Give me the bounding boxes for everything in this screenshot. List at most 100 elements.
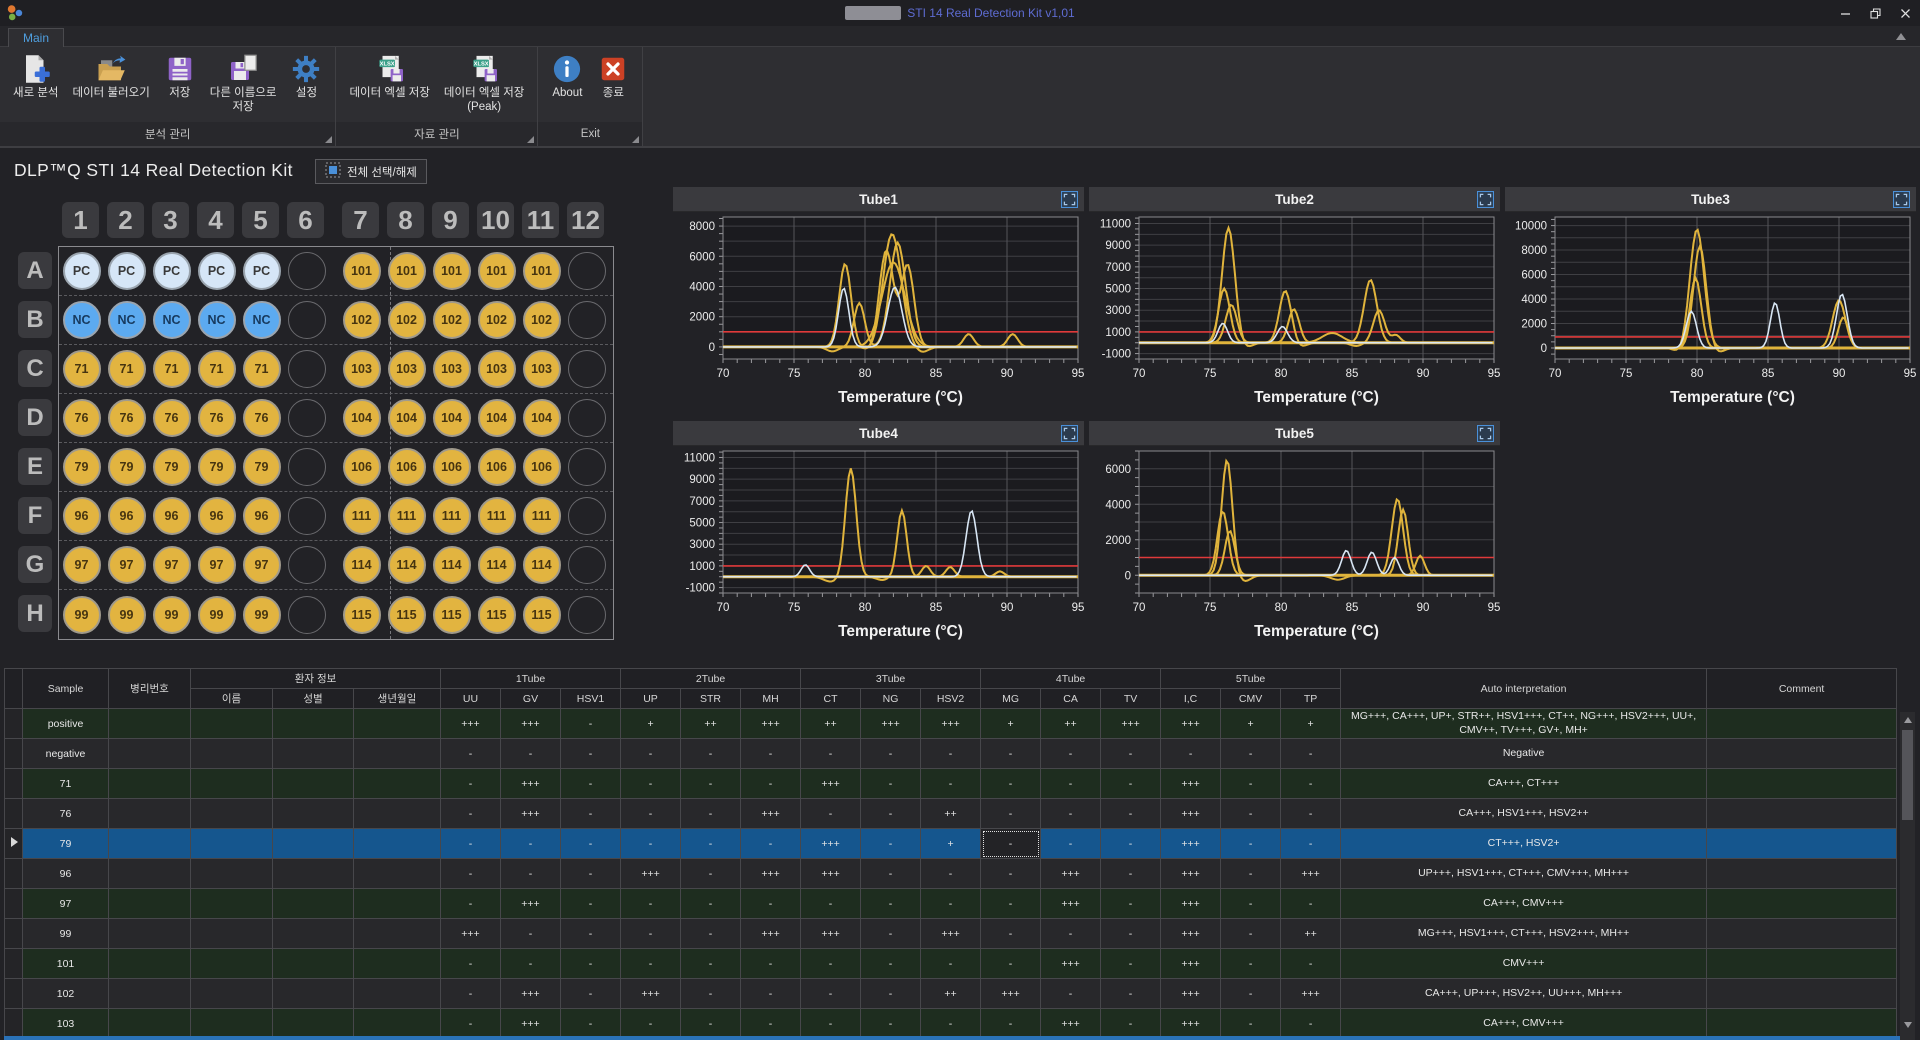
cell-comment[interactable] <box>1706 798 1898 829</box>
cell-value-9[interactable]: - <box>980 768 1042 799</box>
cell-value-7[interactable]: +++ <box>860 708 922 739</box>
well-empty-D6[interactable] <box>287 399 326 437</box>
well-H7[interactable]: 115 <box>342 595 381 634</box>
cell-value-10[interactable]: - <box>1040 738 1102 769</box>
cell-value-6[interactable]: +++ <box>800 828 862 859</box>
cell-patient-0[interactable] <box>190 978 273 1009</box>
well-H10[interactable]: 115 <box>477 595 516 634</box>
cell-value-14[interactable]: - <box>1280 768 1342 799</box>
cell-comment[interactable] <box>1706 828 1898 859</box>
cell-pathology-no[interactable] <box>108 948 191 979</box>
cell-value-5[interactable]: - <box>740 978 802 1009</box>
cell-pathology-no[interactable] <box>108 708 191 739</box>
cell-value-8[interactable]: - <box>920 888 982 919</box>
cell-comment[interactable] <box>1706 888 1898 919</box>
well-C11[interactable]: 103 <box>522 350 561 388</box>
cell-value-8[interactable]: - <box>920 858 982 889</box>
cell-value-8[interactable]: ++ <box>920 798 982 829</box>
cell-value-9[interactable]: - <box>980 738 1042 769</box>
well-F2[interactable]: 96 <box>107 497 146 535</box>
cell-pathology-no[interactable] <box>108 978 191 1009</box>
cell-patient-0[interactable] <box>190 708 273 739</box>
new-analysis-button[interactable]: 새로 분석 <box>6 51 66 103</box>
cell-value-8[interactable]: - <box>920 768 982 799</box>
cell-value-2[interactable]: - <box>559 858 622 889</box>
scroll-down-button[interactable] <box>1900 1017 1915 1032</box>
cell-value-2[interactable]: - <box>559 888 622 919</box>
cell-patient-2[interactable] <box>353 888 441 919</box>
well-C1[interactable]: 71 <box>62 350 101 388</box>
cell-sample[interactable]: 79 <box>22 828 109 859</box>
cell-sample[interactable]: 103 <box>22 1008 109 1039</box>
cell-value-2[interactable]: - <box>559 948 622 979</box>
cell-patient-1[interactable] <box>272 828 354 859</box>
cell-value-6[interactable]: - <box>800 738 862 769</box>
cell-value-12[interactable]: +++ <box>1160 828 1222 859</box>
cell-value-12[interactable]: +++ <box>1160 708 1222 739</box>
well-A7[interactable]: 101 <box>342 252 381 290</box>
cell-value-9[interactable]: - <box>980 948 1042 979</box>
cell-value-5[interactable]: - <box>740 948 802 979</box>
cell-value-14[interactable]: - <box>1280 828 1342 859</box>
cell-value-10[interactable]: - <box>1040 768 1102 799</box>
cell-patient-2[interactable] <box>353 918 441 949</box>
well-H9[interactable]: 115 <box>432 595 471 634</box>
cell-value-8[interactable]: +++ <box>920 918 982 949</box>
cell-comment[interactable] <box>1706 948 1898 979</box>
cell-value-10[interactable]: - <box>1040 918 1102 949</box>
cell-value-1[interactable]: - <box>500 918 561 949</box>
cell-value-5[interactable]: +++ <box>740 858 802 889</box>
well-F4[interactable]: 96 <box>197 497 236 535</box>
cell-value-13[interactable]: - <box>1220 798 1282 829</box>
cell-patient-0[interactable] <box>190 888 273 919</box>
well-D11[interactable]: 104 <box>522 399 561 437</box>
well-H11[interactable]: 115 <box>522 595 561 634</box>
cell-value-3[interactable]: - <box>620 918 682 949</box>
cell-value-11[interactable]: - <box>1100 978 1162 1009</box>
cell-value-8[interactable]: +++ <box>920 708 982 739</box>
well-H8[interactable]: 115 <box>387 595 426 634</box>
cell-value-12[interactable]: +++ <box>1160 918 1222 949</box>
cell-value-7[interactable]: - <box>860 768 922 799</box>
cell-value-14[interactable]: + <box>1280 708 1342 739</box>
well-B3[interactable]: NC <box>152 301 191 339</box>
cell-auto-interpretation[interactable]: Negative <box>1340 738 1708 769</box>
cell-value-9[interactable]: + <box>980 708 1042 739</box>
cell-value-2[interactable]: - <box>559 1008 622 1039</box>
cell-patient-0[interactable] <box>190 918 273 949</box>
cell-value-7[interactable]: - <box>860 828 922 859</box>
well-G1[interactable]: 97 <box>62 546 101 584</box>
tab-main[interactable]: Main <box>8 28 65 47</box>
cell-value-14[interactable]: - <box>1280 888 1342 919</box>
cell-value-7[interactable]: - <box>860 738 922 769</box>
cell-value-10[interactable]: - <box>1040 828 1102 859</box>
cell-comment[interactable] <box>1706 918 1898 949</box>
cell-patient-1[interactable] <box>272 978 354 1009</box>
well-D9[interactable]: 104 <box>432 399 471 437</box>
cell-value-1[interactable]: +++ <box>500 798 561 829</box>
well-empty-B6[interactable] <box>287 301 326 339</box>
cell-value-12[interactable]: +++ <box>1160 768 1222 799</box>
well-C7[interactable]: 103 <box>342 350 381 388</box>
select-all-toggle-button[interactable]: 전체 선택/해제 <box>315 159 427 184</box>
well-G7[interactable]: 114 <box>342 546 381 584</box>
cell-value-13[interactable]: - <box>1220 888 1282 919</box>
well-B9[interactable]: 102 <box>432 301 471 339</box>
well-E7[interactable]: 106 <box>342 448 381 486</box>
well-empty-A6[interactable] <box>287 252 326 290</box>
cell-value-0[interactable]: - <box>440 828 501 859</box>
cell-value-13[interactable]: - <box>1220 918 1282 949</box>
cell-value-11[interactable]: - <box>1100 918 1162 949</box>
cell-value-7[interactable]: - <box>860 948 922 979</box>
cell-patient-1[interactable] <box>272 948 354 979</box>
well-F3[interactable]: 96 <box>152 497 191 535</box>
cell-value-4[interactable]: - <box>680 828 742 859</box>
cell-auto-interpretation[interactable]: CT+++, HSV2+ <box>1340 828 1708 859</box>
cell-value-0[interactable]: +++ <box>440 708 501 739</box>
cell-value-3[interactable]: + <box>620 708 682 739</box>
cell-value-0[interactable]: - <box>440 1008 501 1039</box>
cell-value-3[interactable]: +++ <box>620 858 682 889</box>
cell-value-14[interactable]: - <box>1280 798 1342 829</box>
well-C8[interactable]: 103 <box>387 350 426 388</box>
cell-value-2[interactable]: - <box>559 828 622 859</box>
